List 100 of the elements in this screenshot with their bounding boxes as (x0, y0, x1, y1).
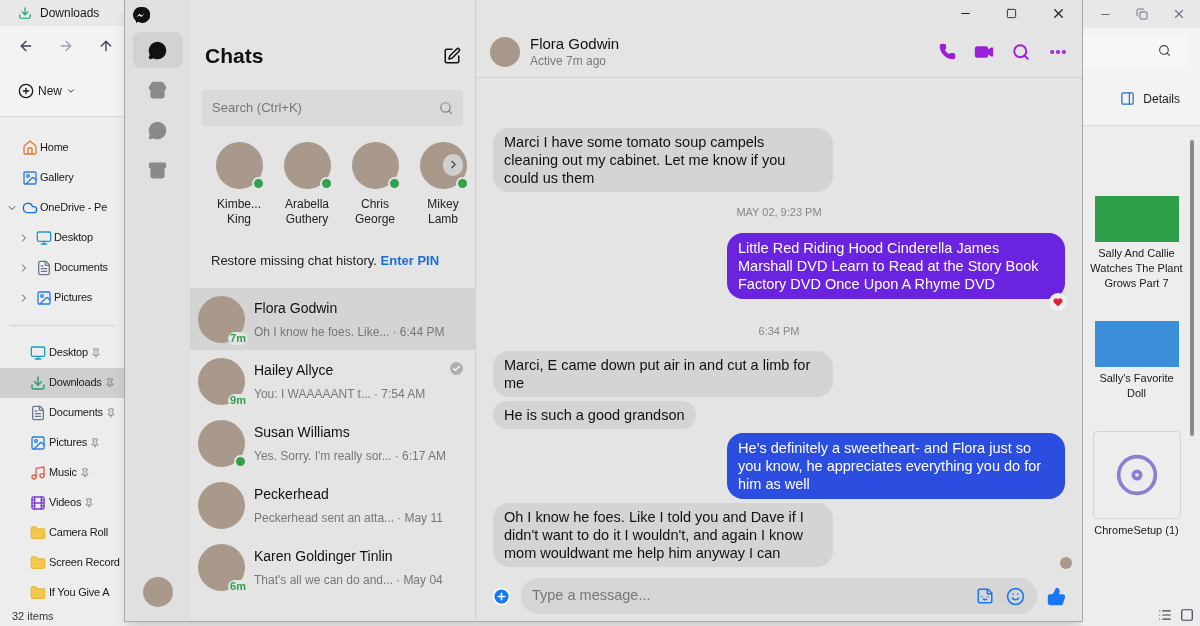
enter-pin-link[interactable]: Enter PIN (380, 252, 440, 268)
nav-label: Home (40, 140, 69, 156)
nav-item[interactable]: Pictures (0, 427, 124, 458)
incoming-message: Marci, E came down put air in and cut a limb for me (493, 351, 833, 397)
download-icon (30, 374, 46, 391)
story-item[interactable]: Arabella Guthery (277, 141, 337, 227)
message-timestamp: 6:34 PM (758, 323, 800, 339)
avatar (198, 481, 245, 529)
avatar (198, 295, 245, 343)
message-input[interactable]: Type a message... (532, 585, 964, 607)
chat-name: Flora Godwin (254, 298, 339, 318)
chat-item[interactable]: 9m Hailey Allyce You: I WAAAAANT t... · 7:54 AM (190, 350, 475, 412)
app-logo-icon (132, 6, 150, 24)
nav-item[interactable]: Home (0, 132, 124, 163)
status-text: 32 items (11, 608, 55, 624)
chat-time: · May 11 (397, 509, 443, 527)
film-icon (30, 494, 46, 511)
chat-time: · 7:54 AM (373, 385, 426, 403)
chat-item[interactable]: 6m Karen Goldinger Tinlin That's all we can do and... · May 04 (190, 536, 475, 598)
scrollbar[interactable] (1190, 140, 1194, 436)
nav-item[interactable]: Desktop (0, 222, 124, 253)
search-icon (1158, 43, 1171, 57)
restore-icon[interactable] (1136, 8, 1148, 20)
nav-label: Downloads (49, 375, 102, 391)
restore-message: Restore missing chat history. Enter PIN (210, 251, 441, 270)
monitor-icon (30, 344, 46, 361)
chat-item[interactable]: 7m Flora Godwin Oh I know he foes. Like... · 6:44 PM (190, 288, 475, 350)
disc-icon (1114, 453, 1159, 497)
file-item[interactable]: ChromeSetup (1) (1088, 431, 1185, 538)
list-view-icon[interactable] (1158, 608, 1172, 622)
nav-item[interactable]: Music (0, 457, 124, 488)
nav-label: Documents (54, 260, 108, 276)
search-icon[interactable] (1012, 42, 1030, 61)
emoji-icon[interactable] (1006, 586, 1025, 606)
chat-item[interactable]: Peckerhead Peckerhead sent an atta... · May 11 (190, 474, 475, 536)
nav-item[interactable]: Documents (0, 252, 124, 283)
details-button[interactable]: Details (1120, 89, 1180, 108)
nav-item[interactable]: Videos (0, 487, 124, 518)
nav-label: Pictures (54, 290, 93, 306)
nav-item[interactable]: Downloads (0, 367, 124, 398)
picture-icon (30, 434, 46, 451)
nav-item[interactable]: Camera Roll (0, 517, 124, 548)
nav-item[interactable]: If You Give A (0, 577, 124, 608)
story-item[interactable]: Chris George (345, 141, 405, 227)
nav-item[interactable]: Documents (0, 397, 124, 428)
nav-item[interactable]: Screen Record (0, 547, 124, 578)
outgoing-message: Little Red Riding Hood Cinderella James Marshall DVD Learn to Read at the Story Book Factory DVD Once Upon A Rhyme DVD (727, 232, 1065, 299)
chat-item[interactable]: Susan Williams Yes. Sorry. I'm really sor... · 6:17 AM (190, 412, 475, 474)
nav-item[interactable]: Desktop (0, 337, 124, 368)
nav-label: Gallery (40, 170, 74, 186)
incoming-message: Oh I know he foes. Like I told you and Dave if I didn't want to do it I wouldn't, and again I know mom wouldwant me help him anyway I can (493, 503, 833, 567)
file-name: Sally's Favorite Doll (1098, 371, 1175, 401)
contact-avatar (490, 36, 520, 67)
new-button[interactable]: New (18, 82, 76, 101)
phone-icon[interactable] (939, 43, 956, 60)
download-icon (18, 5, 32, 20)
tab[interactable]: Downloads (0, 0, 124, 26)
chat-preview: You: I WAAAAANT t... (254, 385, 371, 403)
nav-item[interactable]: OneDrive - Pe (0, 192, 124, 223)
incoming-message: He is such a good grandson (493, 401, 696, 429)
nav-label: OneDrive - Pe (40, 200, 108, 216)
nav-label: Documents (49, 405, 103, 421)
file-name: ChromeSetup (1) (1094, 523, 1179, 538)
message-field[interactable]: Type a message... (521, 578, 1037, 614)
file-item[interactable]: Sally And Callie Watches The Plant Grows Part 7 (1088, 196, 1185, 291)
chat-preview: That's all we can do and... (254, 571, 394, 589)
tile-view-icon[interactable] (1180, 608, 1194, 622)
file-name: Sally And Callie Watches The Plant Grows Part 7 (1089, 246, 1184, 291)
folder-icon (30, 584, 46, 601)
details-pane-icon (1120, 91, 1136, 106)
story-item[interactable]: Kimbe... King (209, 141, 269, 227)
like-icon[interactable] (1047, 586, 1066, 606)
search-field[interactable] (1083, 34, 1187, 66)
chat-preview: Yes. Sorry. I'm really sor... (254, 447, 392, 465)
sticker-icon[interactable] (976, 587, 994, 605)
home-icon (22, 139, 38, 156)
chat-time: · May 04 (396, 571, 443, 589)
search-input[interactable]: Search (Ctrl+K) (212, 97, 439, 118)
story-name: Chris George (354, 196, 396, 227)
document-icon (30, 404, 46, 421)
picture-icon (22, 169, 38, 186)
story-name: Kimbe... King (216, 196, 262, 227)
music-icon (30, 464, 46, 481)
search-field[interactable]: Search (Ctrl+K) (202, 89, 463, 126)
message-timestamp: MAY 02, 9:23 PM (736, 205, 822, 220)
nav-label: Camera Roll (49, 525, 108, 541)
file-item[interactable]: Sally's Favorite Doll (1088, 321, 1185, 401)
rail-tab[interactable] (132, 32, 183, 68)
maximize-icon[interactable] (1006, 7, 1017, 19)
chat-preview: Oh I know he foes. Like... (254, 323, 390, 341)
avatar (198, 419, 245, 467)
add-icon[interactable] (492, 586, 511, 606)
chat-name: Karen Goldinger Tinlin (254, 546, 394, 566)
nav-label: Pictures (49, 435, 88, 451)
nav-item[interactable]: Gallery (0, 162, 124, 193)
profile-avatar (142, 577, 173, 607)
compose-icon[interactable] (443, 46, 461, 65)
outgoing-message: He’s definitely a sweetheart- and Flora just so you know, he appreciates everything you do for him as well (727, 433, 1065, 499)
archive-icon (148, 160, 167, 180)
nav-item[interactable]: Pictures (0, 282, 124, 313)
